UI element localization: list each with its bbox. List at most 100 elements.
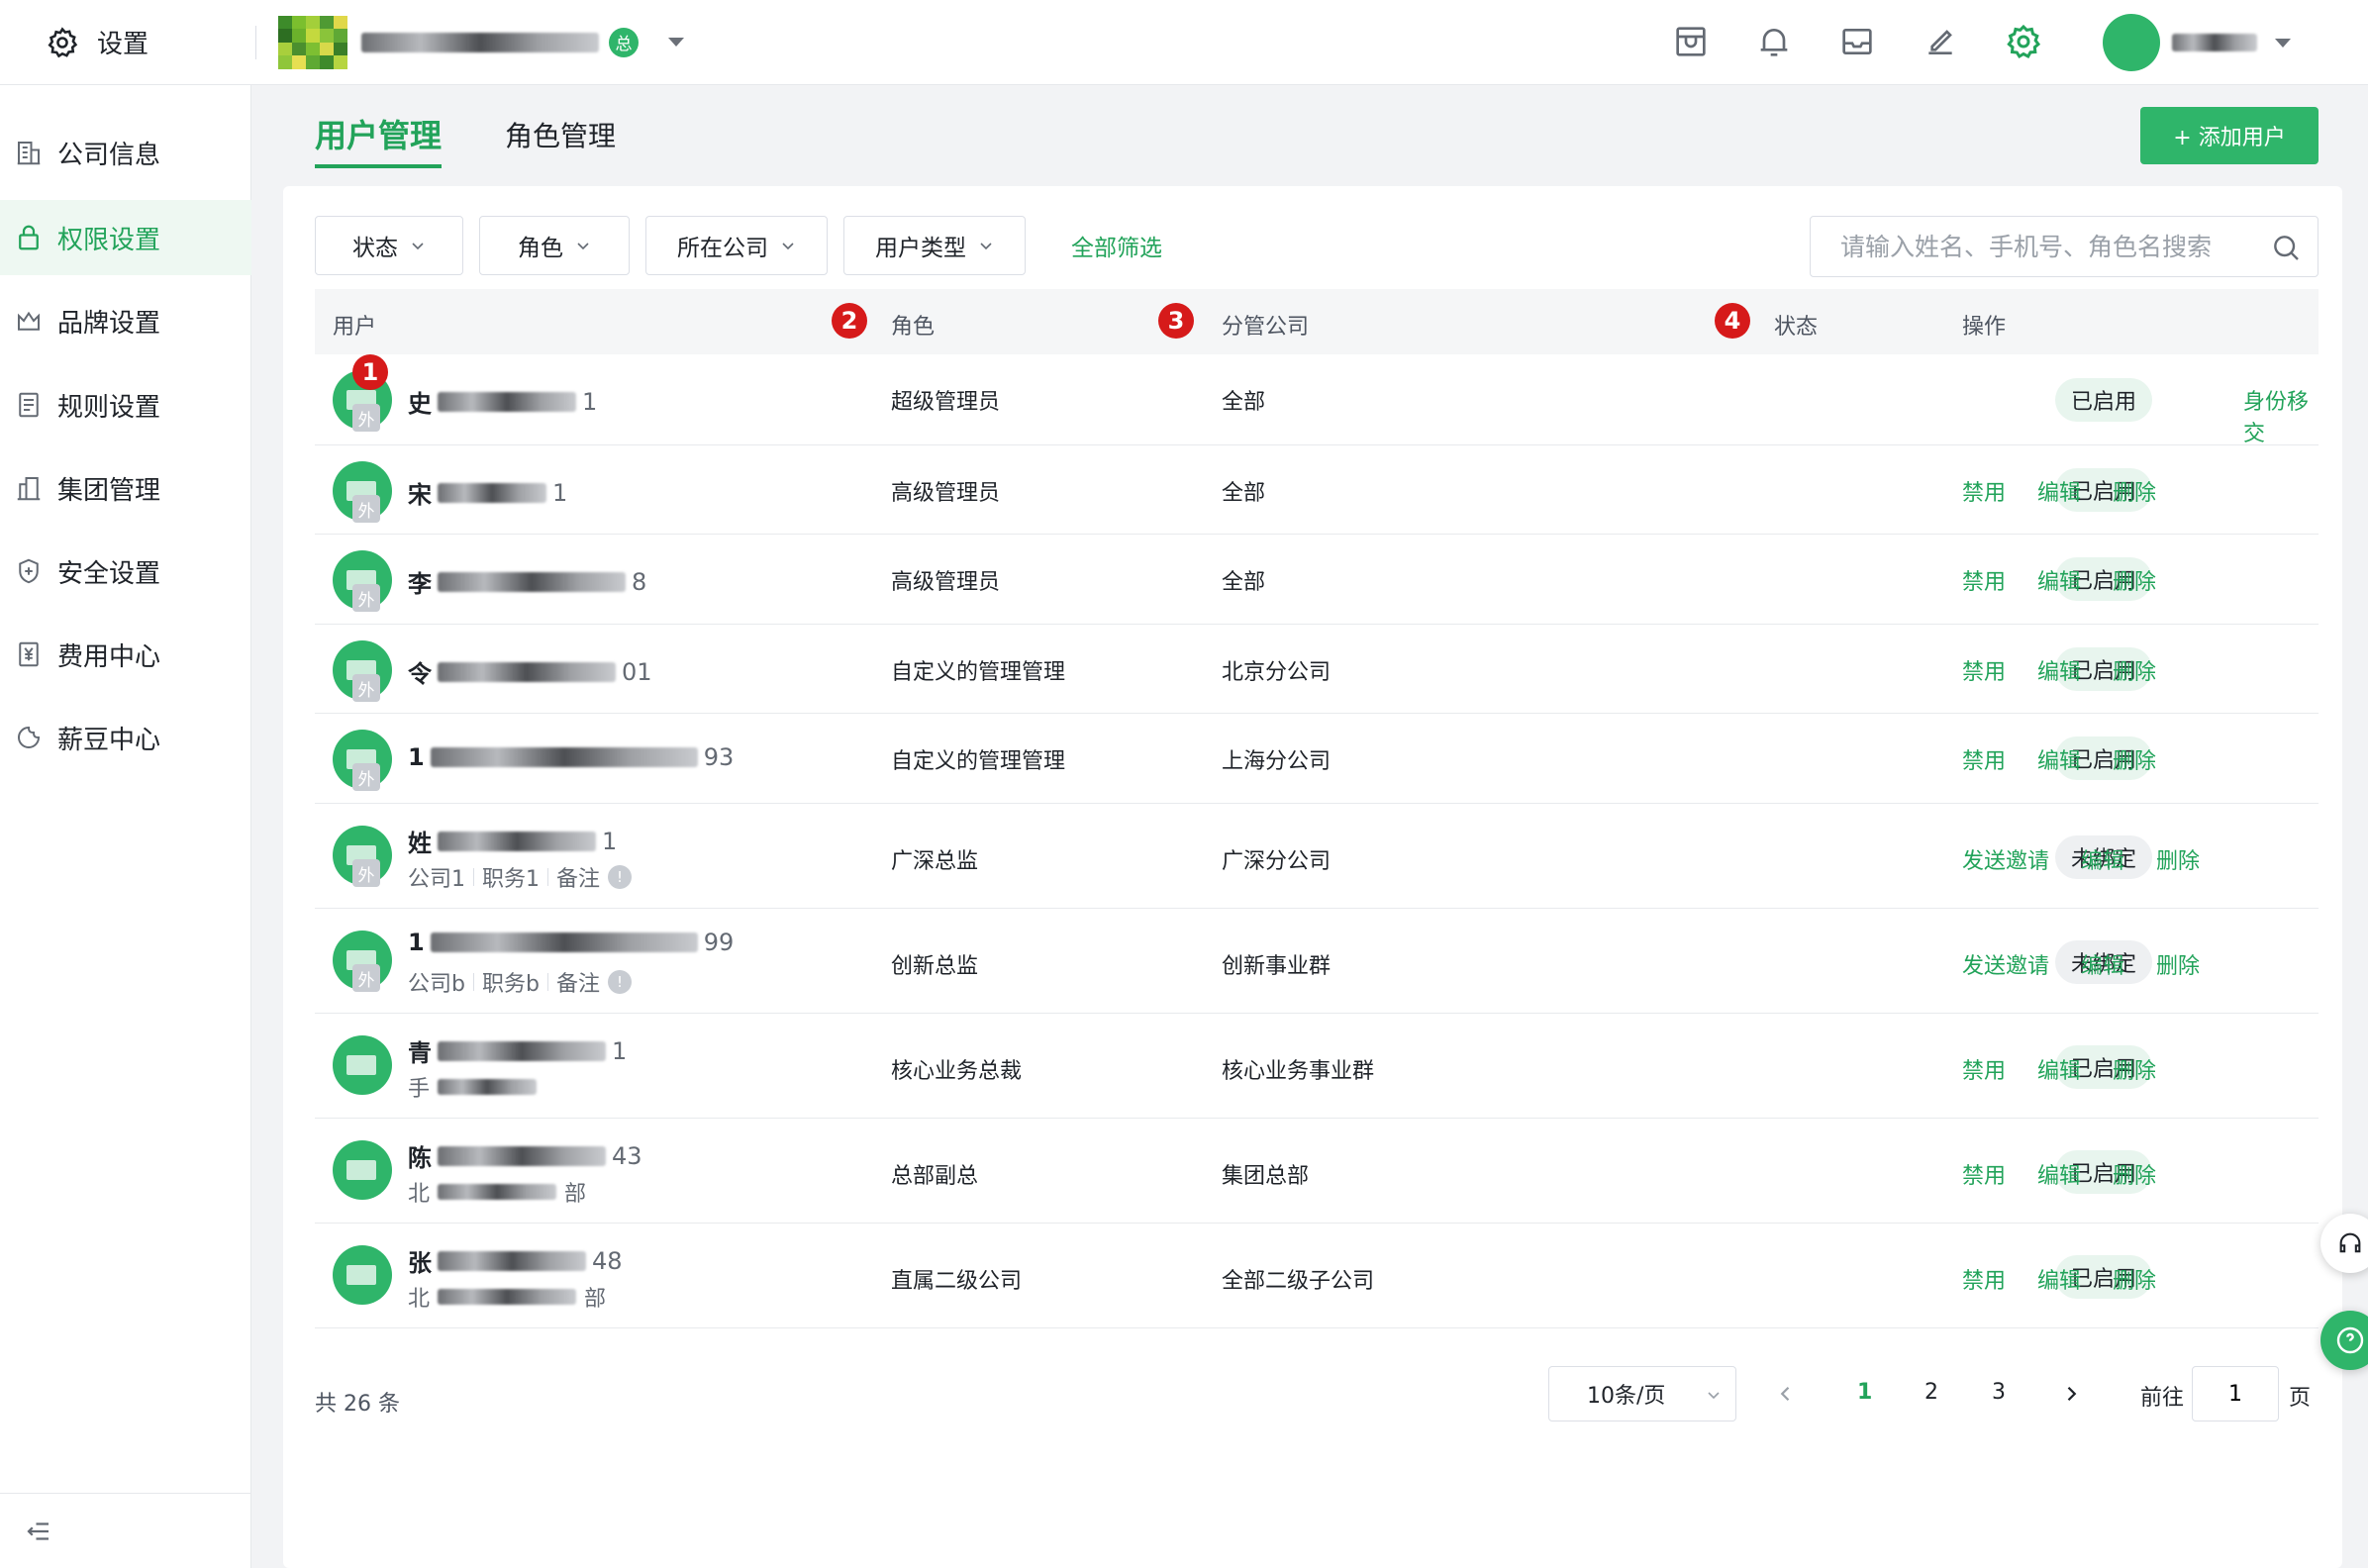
edit-icon[interactable] <box>1921 22 1960 61</box>
external-badge: 外 <box>352 404 380 432</box>
sidebar-item-rules[interactable]: 规则设置 <box>0 367 251 442</box>
company-logo[interactable] <box>278 15 348 69</box>
tab-user-management[interactable]: 用户管理 <box>315 111 443 168</box>
inbox-icon[interactable] <box>1837 22 1877 61</box>
disable-link[interactable]: 禁用 <box>1962 1263 2006 1295</box>
total-count: 共 26 条 <box>315 1392 400 1417</box>
send-invite-link[interactable]: 发送邀请 <box>1962 948 2049 980</box>
role-cell: 总部副总 <box>891 1164 979 1189</box>
page-2-button[interactable]: 2 <box>1924 1380 1938 1405</box>
store-icon[interactable] <box>1671 22 1711 61</box>
sidebar-item-brand[interactable]: 品牌设置 <box>0 283 251 358</box>
disable-link[interactable]: 禁用 <box>1962 654 2006 686</box>
send-invite-link[interactable]: 发送邀请 <box>1962 843 2049 875</box>
user-list-panel: 状态 角色 所在公司 用户类型 全部筛选 用户 2 角色 3 分管公司 4 状态… <box>283 186 2342 1568</box>
sidebar-item-permissions[interactable]: 权限设置 <box>0 200 251 275</box>
filter-status[interactable]: 状态 <box>315 216 463 275</box>
table-row[interactable]: 外 姓 1 公司1 职务1 备注 ! 广深总监 广深分公司 未绑定 发送邀请 编… <box>315 804 2319 909</box>
avatar[interactable] <box>2103 14 2160 71</box>
sidebar-item-billing[interactable]: 费用中心 <box>0 617 251 692</box>
edit-link[interactable]: 编辑 <box>2037 1158 2081 1190</box>
delete-link[interactable]: 删除 <box>2113 1263 2156 1295</box>
user-details: 北 部 <box>408 1182 587 1207</box>
page-3-button[interactable]: 3 <box>1992 1380 2006 1405</box>
building-icon <box>17 142 41 165</box>
add-user-button[interactable]: + 添加用户 <box>2140 107 2319 164</box>
disable-link[interactable]: 禁用 <box>1962 564 2006 596</box>
disable-link[interactable]: 禁用 <box>1962 475 2006 507</box>
table-row[interactable]: 张 48 北 部 直属二级公司 全部二级子公司 已启用 禁用 编辑 删除 <box>315 1224 2319 1328</box>
chevron-down-icon[interactable] <box>2275 38 2291 48</box>
row-actions: 禁用 编辑 删除 <box>1962 743 2156 775</box>
row-actions: 禁用 编辑 删除 <box>1962 475 2156 507</box>
goto-page-input[interactable] <box>2192 1366 2279 1421</box>
edit-link[interactable]: 编辑 <box>2037 1263 2081 1295</box>
delete-link[interactable]: 删除 <box>2156 843 2200 875</box>
table-header: 用户 2 角色 3 分管公司 4 状态 操作 <box>315 289 2319 354</box>
edit-link[interactable]: 编辑 <box>2037 564 2081 596</box>
sidebar-item-company-info[interactable]: 公司信息 <box>0 115 251 190</box>
search-box <box>1810 216 2319 277</box>
bean-icon <box>18 726 41 748</box>
table-row[interactable]: 外 宋 1 高级管理员 全部 已启用 禁用 编辑 删除 <box>315 445 2319 535</box>
table-row[interactable]: 陈 43 北 部 总部副总 集团总部 已启用 禁用 编辑 删除 <box>315 1119 2319 1224</box>
chevron-down-icon[interactable] <box>668 38 685 47</box>
sidebar: 公司信息 权限设置 品牌设置 规则设置 集团管理 安全设置 费用中心 薪豆中心 <box>0 85 251 1568</box>
edit-link[interactable]: 编辑 <box>2037 1053 2081 1085</box>
delete-link[interactable]: 删除 <box>2113 1158 2156 1190</box>
bell-icon[interactable] <box>1754 22 1794 61</box>
collapse-sidebar-button[interactable] <box>0 1493 251 1568</box>
sidebar-item-bean-center[interactable]: 薪豆中心 <box>0 700 251 775</box>
company-switcher[interactable]: 总 <box>361 27 685 57</box>
delete-link[interactable]: 删除 <box>2113 1053 2156 1085</box>
sidebar-item-group[interactable]: 集团管理 <box>0 450 251 526</box>
delete-link[interactable]: 删除 <box>2156 948 2200 980</box>
edit-link[interactable]: 编辑 <box>2037 743 2081 775</box>
info-icon[interactable]: ! <box>608 865 633 889</box>
role-cell: 超级管理员 <box>891 390 1001 415</box>
info-icon[interactable]: ! <box>607 970 632 994</box>
delete-link[interactable]: 删除 <box>2113 564 2156 596</box>
edit-link[interactable]: 编辑 <box>2037 475 2081 507</box>
next-page-icon[interactable] <box>2061 1384 2081 1404</box>
page-size-select[interactable]: 10条/页 <box>1548 1366 1736 1421</box>
company-name-redacted <box>361 32 600 52</box>
delete-link[interactable]: 删除 <box>2113 475 2156 507</box>
search-input[interactable] <box>1840 232 2256 261</box>
disable-link[interactable]: 禁用 <box>1962 1158 2006 1190</box>
table-row[interactable]: 外 李 8 高级管理员 全部 已启用 禁用 编辑 删除 <box>315 535 2319 625</box>
crown-icon <box>18 311 40 331</box>
gear-icon[interactable] <box>2004 22 2043 61</box>
filter-user-type[interactable]: 用户类型 <box>843 216 1026 275</box>
user-name: 令 01 <box>408 657 652 689</box>
company-cell: 核心业务事业群 <box>1222 1059 1375 1084</box>
delete-link[interactable]: 删除 <box>2113 743 2156 775</box>
search-icon[interactable] <box>2270 232 2302 263</box>
table-row[interactable]: 外 令 01 自定义的管理管理 北京分公司 已启用 禁用 编辑 删除 <box>315 625 2319 714</box>
row-actions: 禁用 编辑 删除 <box>1962 654 2156 686</box>
disable-link[interactable]: 禁用 <box>1962 1053 2006 1085</box>
all-filters-link[interactable]: 全部筛选 <box>1071 229 1162 262</box>
filter-company[interactable]: 所在公司 <box>645 216 828 275</box>
filter-role[interactable]: 角色 <box>479 216 630 275</box>
tab-role-management[interactable]: 角色管理 <box>505 111 616 168</box>
table-row[interactable]: 外 1 99 公司b 职务b 备注 ! 创新总监 创新事业群 未绑定 发送邀请 … <box>315 909 2319 1014</box>
edit-link[interactable]: 编辑 <box>2081 948 2124 980</box>
disable-link[interactable]: 禁用 <box>1962 743 2006 775</box>
edit-link[interactable]: 编辑 <box>2037 654 2081 686</box>
edit-link[interactable]: 编辑 <box>2081 843 2124 875</box>
user-menu[interactable] <box>2103 14 2291 71</box>
chevron-down-icon <box>980 243 992 250</box>
table-row[interactable]: 青 1 手 核心业务总裁 核心业务事业群 已启用 禁用 编辑 删除 <box>315 1014 2319 1119</box>
sidebar-item-security[interactable]: 安全设置 <box>0 534 251 609</box>
delete-link[interactable]: 删除 <box>2113 654 2156 686</box>
transfer-identity-link[interactable]: 身份移交 <box>2243 384 2319 447</box>
table-row[interactable]: 外 1 93 自定义的管理管理 上海分公司 已启用 禁用 编辑 删除 <box>315 714 2319 804</box>
role-cell: 直属二级公司 <box>891 1269 1023 1294</box>
company-cell: 广深分公司 <box>1222 849 1332 874</box>
filter-label: 状态 <box>352 236 398 261</box>
table-row[interactable]: 外 1 史 1 超级管理员 全部 已启用 身份移交 <box>315 354 2319 447</box>
page-1-button[interactable]: 1 <box>1857 1380 1872 1405</box>
lock-icon <box>19 225 39 250</box>
prev-page-icon[interactable] <box>1776 1384 1796 1404</box>
